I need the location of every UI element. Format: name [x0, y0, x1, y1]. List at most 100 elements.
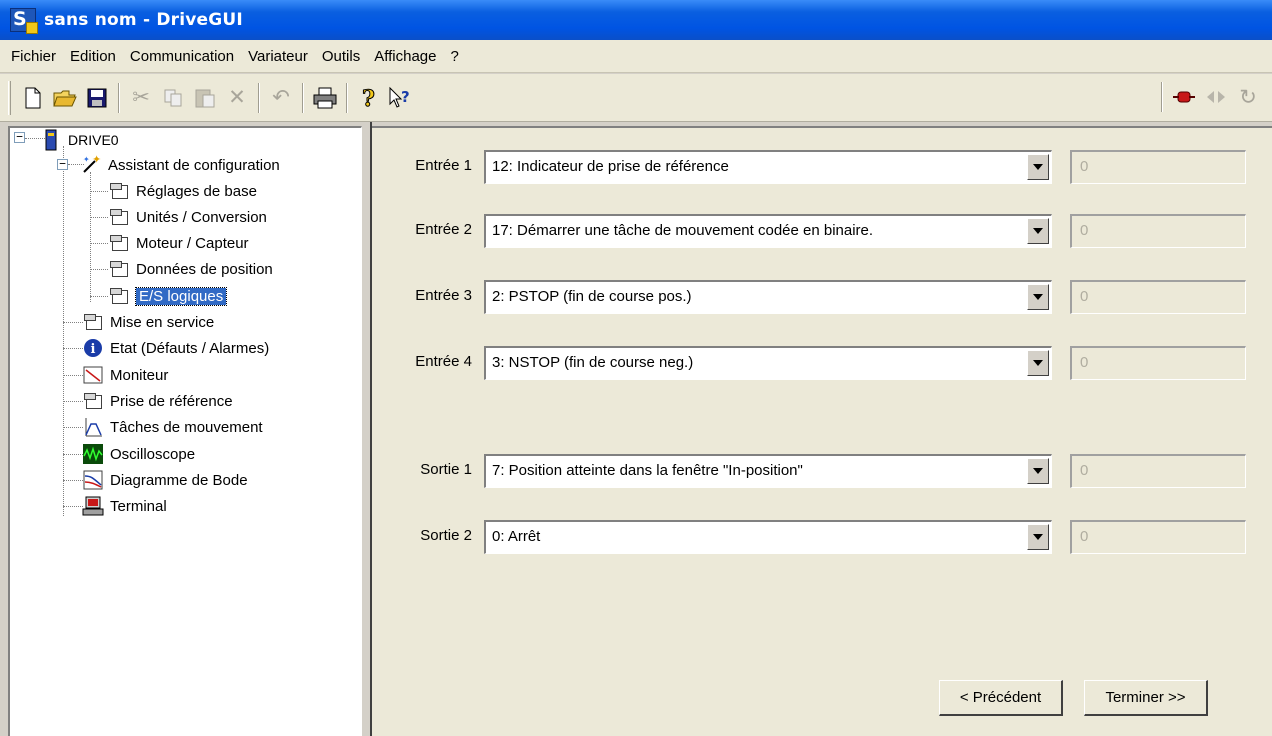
help-icon[interactable]: ? — [355, 83, 383, 113]
dropdown-arrow-icon[interactable] — [1027, 154, 1049, 180]
field-label: Sortie 1 — [420, 461, 472, 478]
toolbar-separator — [1161, 82, 1163, 112]
page-icon — [82, 311, 104, 333]
input-1-select[interactable]: 12: Indicateur de prise de référence — [484, 150, 1052, 184]
toolbar-grip[interactable] — [8, 80, 11, 115]
menu-fichier[interactable]: Fichier — [4, 48, 63, 65]
svg-text:?: ? — [401, 88, 410, 106]
menu-help[interactable]: ? — [444, 48, 466, 65]
input-4-select[interactable]: 3: NSTOP (fin de course neg.) — [484, 346, 1052, 380]
tree-item-donnees[interactable]: Données de position — [108, 257, 273, 281]
oscilloscope-icon — [82, 443, 104, 465]
disconnect-icon[interactable] — [1202, 82, 1230, 112]
input-1-param[interactable]: 0 — [1070, 150, 1246, 184]
tree-item-oscilloscope[interactable]: Oscilloscope — [82, 442, 195, 466]
title-bar[interactable]: S sans nom - DriveGUI — [0, 0, 1272, 40]
app-icon: S — [10, 8, 38, 34]
menu-communication[interactable]: Communication — [123, 48, 241, 65]
finish-button[interactable]: Terminer >> — [1084, 680, 1208, 716]
input-3-param[interactable]: 0 — [1070, 280, 1246, 314]
dropdown-arrow-icon[interactable] — [1027, 458, 1049, 484]
dropdown-arrow-icon[interactable] — [1027, 284, 1049, 310]
tree-collapse-wizard[interactable]: − — [57, 158, 68, 170]
navigation-tree[interactable]: − − DRIVE0 ✦ ✦ Assistant de configuration… — [8, 126, 362, 736]
info-icon: i — [82, 337, 104, 359]
svg-text:✦: ✦ — [92, 154, 101, 166]
tree-collapse-root[interactable]: − — [14, 131, 25, 143]
input-row-3: Entrée 3 2: PSTOP (fin de course pos.) 0 — [372, 280, 1272, 314]
drive-icon — [40, 129, 62, 151]
input-row-4: Entrée 4 3: NSTOP (fin de course neg.) 0 — [372, 346, 1272, 380]
toolbar-right: ↻ — [1156, 82, 1264, 112]
terminal-icon — [82, 495, 104, 517]
output-2-select[interactable]: 0: Arrêt — [484, 520, 1052, 554]
tree-item-mise-en-service[interactable]: Mise en service — [82, 310, 214, 334]
connect-icon[interactable] — [1170, 82, 1198, 112]
dropdown-arrow-icon[interactable] — [1027, 524, 1049, 550]
menu-edition[interactable]: Edition — [63, 48, 123, 65]
menu-affichage[interactable]: Affichage — [367, 48, 443, 65]
dropdown-arrow-icon[interactable] — [1027, 218, 1049, 244]
toolbar-separator — [118, 82, 120, 113]
input-4-param[interactable]: 0 — [1070, 346, 1246, 380]
monitor-icon — [82, 364, 104, 386]
new-icon[interactable] — [19, 83, 47, 113]
field-label: Sortie 2 — [420, 527, 472, 544]
tree-item-es-logiques[interactable]: E/S logiques — [108, 284, 228, 308]
save-icon[interactable] — [83, 83, 111, 113]
open-icon[interactable] — [51, 83, 79, 113]
wand-icon: ✦ ✦ — [80, 154, 102, 176]
copy-icon[interactable] — [159, 83, 187, 113]
input-2-select[interactable]: 17: Démarrer une tâche de mouvement codé… — [484, 214, 1052, 248]
tree-item-wizard[interactable]: ✦ ✦ Assistant de configuration — [80, 153, 280, 177]
page-icon — [82, 390, 104, 412]
field-label: Entrée 1 — [415, 157, 472, 174]
input-2-param[interactable]: 0 — [1070, 214, 1246, 248]
config-form: Entrée 1 12: Indicateur de prise de réfé… — [372, 126, 1272, 736]
bode-icon — [82, 469, 104, 491]
print-icon[interactable] — [311, 83, 339, 113]
undo-icon[interactable]: ↶ — [267, 83, 295, 113]
refresh-icon[interactable]: ↻ — [1234, 82, 1262, 112]
tree-item-terminal[interactable]: Terminal — [82, 494, 167, 518]
tree-item-etat[interactable]: i Etat (Défauts / Alarmes) — [82, 336, 269, 360]
delete-icon[interactable]: ✕ — [223, 83, 251, 113]
menu-bar: Fichier Edition Communication Variateur … — [0, 40, 1272, 73]
toolbar: ✂ ✕ ↶ ? ? ↻ — [0, 74, 1272, 122]
paste-icon[interactable] — [191, 83, 219, 113]
toolbar-separator — [346, 82, 348, 113]
toolbar-separator — [302, 82, 304, 113]
tree-item-prise-reference[interactable]: Prise de référence — [82, 389, 233, 413]
field-label: Entrée 3 — [415, 287, 472, 304]
output-1-param[interactable]: 0 — [1070, 454, 1246, 488]
tree-item-drive0[interactable]: DRIVE0 — [40, 128, 119, 152]
panel-splitter[interactable] — [362, 122, 372, 736]
context-help-icon[interactable]: ? — [387, 83, 415, 113]
svg-text:i: i — [91, 342, 96, 357]
dropdown-arrow-icon[interactable] — [1027, 350, 1049, 376]
toolbar-separator — [258, 82, 260, 113]
output-row-2: Sortie 2 0: Arrêt 0 — [372, 520, 1272, 554]
previous-button[interactable]: < Précédent — [939, 680, 1063, 716]
svg-text:?: ? — [362, 86, 375, 110]
tree-item-taches[interactable]: Tâches de mouvement — [82, 415, 263, 439]
cut-icon[interactable]: ✂ — [127, 83, 155, 113]
tree-item-unites[interactable]: Unités / Conversion — [108, 205, 267, 229]
tree-item-bode[interactable]: Diagramme de Bode — [82, 468, 248, 492]
tree-item-moniteur[interactable]: Moniteur — [82, 363, 168, 387]
input-row-2: Entrée 2 17: Démarrer une tâche de mouve… — [372, 214, 1272, 248]
svg-text:✦: ✦ — [83, 155, 90, 164]
page-icon — [108, 285, 130, 307]
output-1-select[interactable]: 7: Position atteinte dans la fenêtre "In… — [484, 454, 1052, 488]
input-3-select[interactable]: 2: PSTOP (fin de course pos.) — [484, 280, 1052, 314]
input-row-1: Entrée 1 12: Indicateur de prise de réfé… — [372, 150, 1272, 184]
menu-variateur[interactable]: Variateur — [241, 48, 315, 65]
page-icon — [108, 232, 130, 254]
output-2-param[interactable]: 0 — [1070, 520, 1246, 554]
motion-task-icon — [82, 416, 104, 438]
tree-item-moteur[interactable]: Moteur / Capteur — [108, 231, 249, 255]
page-icon — [108, 180, 130, 202]
tree-item-reglages[interactable]: Réglages de base — [108, 179, 257, 203]
window-title: sans nom - DriveGUI — [44, 10, 243, 30]
menu-outils[interactable]: Outils — [315, 48, 367, 65]
